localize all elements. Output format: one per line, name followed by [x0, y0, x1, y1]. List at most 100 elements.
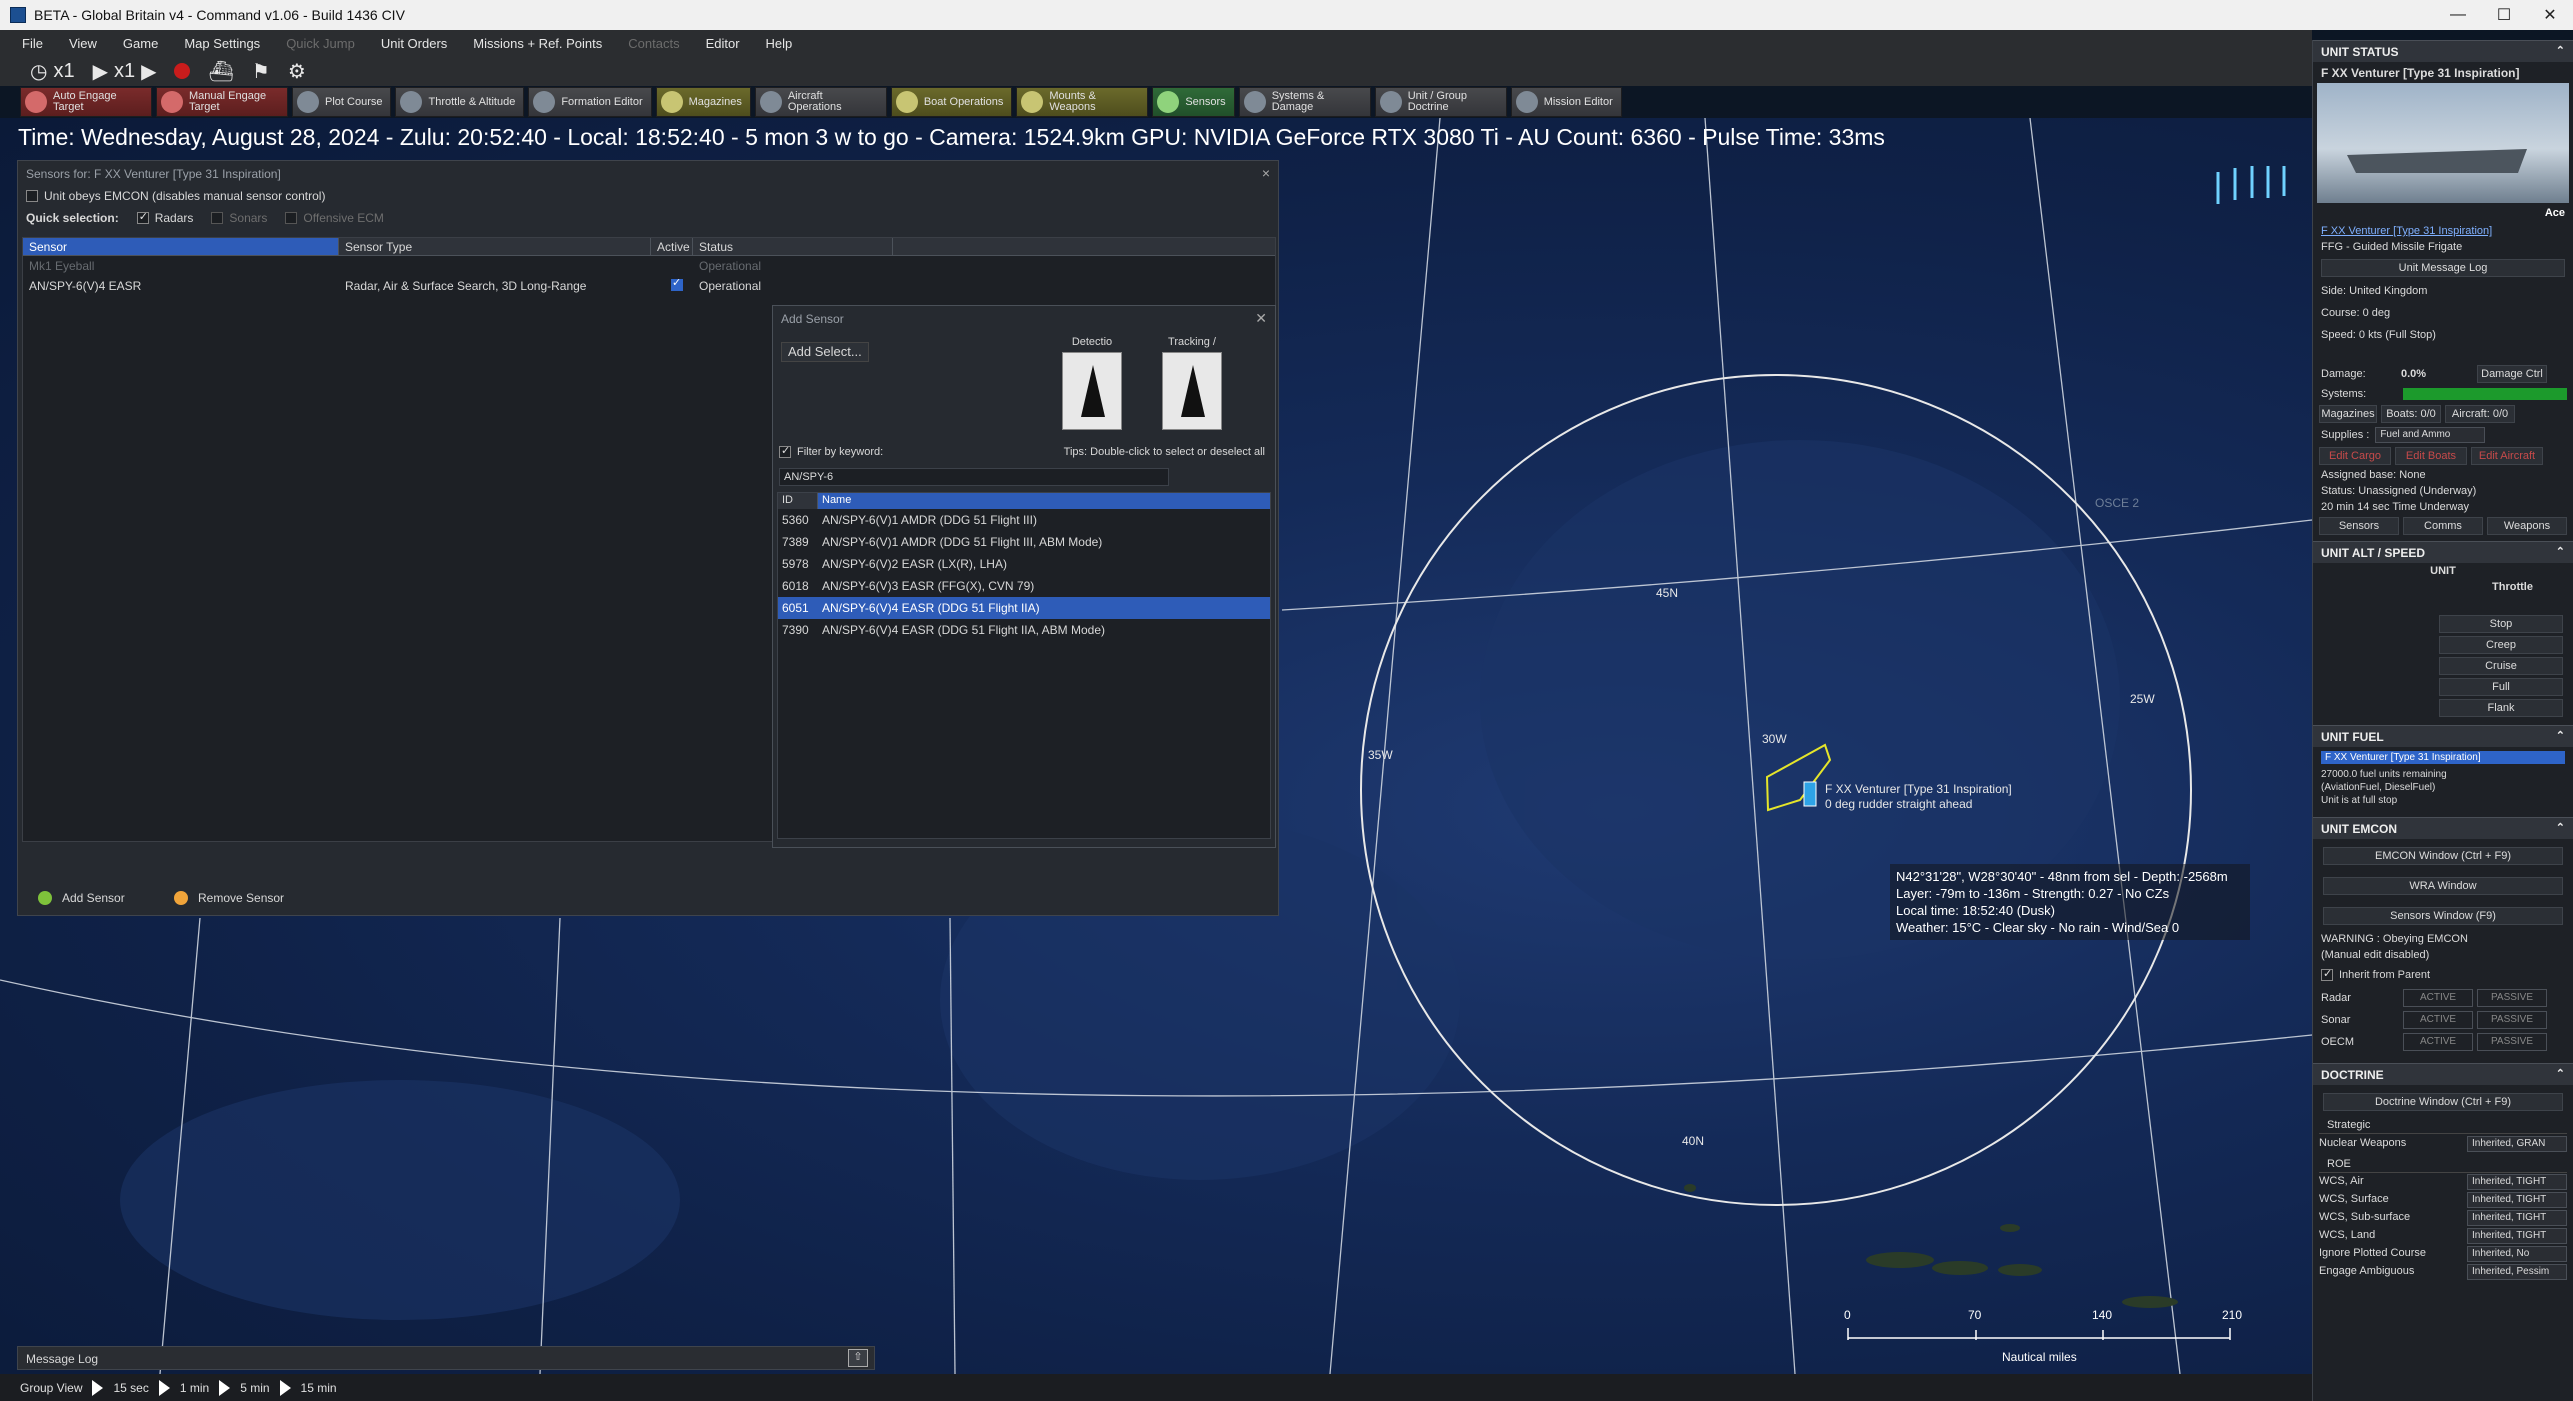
- roe-dropdown[interactable]: Inherited, TIGHT: [2467, 1174, 2567, 1190]
- table-row[interactable]: AN/SPY-6(V)4 EASR Radar, Air & Surface S…: [23, 276, 1275, 296]
- throttle-flank[interactable]: Flank: [2439, 699, 2563, 717]
- keyword-input[interactable]: AN/SPY-6: [779, 468, 1169, 486]
- list-item[interactable]: 6018 AN/SPY-6(V)3 EASR (FFG(X), CVN 79): [778, 575, 1270, 597]
- ship-view-button[interactable]: ⛴: [208, 59, 233, 84]
- col-sensor-type[interactable]: Sensor Type: [339, 238, 651, 255]
- menu-unit-orders[interactable]: Unit Orders: [381, 36, 447, 51]
- toolbar-button[interactable]: Systems & Damage: [1238, 87, 1371, 117]
- quick-radars[interactable]: Radars: [136, 210, 193, 225]
- step-1min-icon[interactable]: [158, 1379, 170, 1396]
- col-sensor[interactable]: Sensor: [23, 238, 339, 255]
- add-sensor-button[interactable]: Add Sensor: [38, 891, 125, 905]
- boats-button[interactable]: Boats: 0/0: [2381, 405, 2441, 423]
- roe-dropdown[interactable]: Inherited, TIGHT: [2467, 1192, 2567, 1208]
- edit-boats-button[interactable]: Edit Boats: [2395, 447, 2467, 465]
- throttle-cruise[interactable]: Cruise: [2439, 657, 2563, 675]
- toolbar-button[interactable]: Magazines: [655, 87, 751, 117]
- magazines-button[interactable]: Magazines: [2319, 405, 2377, 423]
- unit-message-log-button[interactable]: Unit Message Log: [2321, 259, 2565, 277]
- filter-checkbox-row[interactable]: Filter by keyword:: [779, 444, 883, 458]
- fuel-header[interactable]: UNIT FUEL ⌃: [2313, 725, 2573, 747]
- record-button[interactable]: [174, 63, 191, 79]
- add-sensor-titlebar[interactable]: Add Sensor ✕: [773, 306, 1275, 330]
- close-button[interactable]: ✕: [2527, 5, 2573, 25]
- menu-file[interactable]: File: [22, 36, 43, 51]
- col-name[interactable]: Name: [818, 493, 1270, 509]
- step-15min-icon[interactable]: [279, 1379, 291, 1396]
- menu-game[interactable]: Game: [123, 36, 158, 51]
- list-item[interactable]: 5978 AN/SPY-6(V)2 EASR (LX(R), LHA): [778, 553, 1270, 575]
- unit-status-header[interactable]: UNIT STATUS ⌃: [2313, 40, 2573, 62]
- toolbar-button[interactable]: Unit / Group Doctrine: [1374, 87, 1507, 117]
- menu-map-settings[interactable]: Map Settings: [184, 36, 260, 51]
- fuel-unit-row[interactable]: F XX Venturer [Type 31 Inspiration]: [2321, 751, 2565, 764]
- list-item[interactable]: 6051 AN/SPY-6(V)4 EASR (DDG 51 Flight IIA…: [778, 597, 1270, 619]
- minimize-button[interactable]: —: [2435, 6, 2481, 24]
- throttle-stop[interactable]: Stop: [2439, 615, 2563, 633]
- unit-link[interactable]: F XX Venturer [Type 31 Inspiration]: [2313, 223, 2573, 239]
- collapse-icon[interactable]: ⌃: [2556, 545, 2565, 558]
- toolbar-button[interactable]: Auto Engage Target: [20, 87, 152, 117]
- edit-aircraft-button[interactable]: Edit Aircraft: [2471, 447, 2543, 465]
- emcon-checkbox[interactable]: [26, 190, 38, 202]
- col-active[interactable]: Active: [651, 238, 693, 255]
- filter-checkbox[interactable]: [779, 444, 791, 458]
- toolbar-button[interactable]: Throttle & Altitude: [395, 87, 525, 117]
- active-checkbox[interactable]: [671, 276, 683, 291]
- roe-dropdown[interactable]: Inherited, TIGHT: [2467, 1210, 2567, 1226]
- menu-editor[interactable]: Editor: [706, 36, 740, 51]
- roe-dropdown[interactable]: Inherited, TIGHT: [2467, 1228, 2567, 1244]
- inherit-checkbox[interactable]: [2321, 967, 2333, 981]
- col-status[interactable]: Status: [693, 238, 893, 255]
- menu-help[interactable]: Help: [766, 36, 793, 51]
- collapse-icon[interactable]: ⌃: [2556, 729, 2565, 742]
- menu-missions[interactable]: Missions + Ref. Points: [473, 36, 602, 51]
- doctrine-window-button[interactable]: Doctrine Window (Ctrl + F9): [2323, 1093, 2563, 1111]
- roe-dropdown[interactable]: Inherited, No: [2467, 1246, 2567, 1262]
- radars-checkbox[interactable]: [136, 210, 149, 224]
- tab-comms[interactable]: Comms: [2403, 517, 2483, 535]
- toolbar-button[interactable]: Manual Engage Target: [156, 87, 288, 117]
- emcon-checkbox-row[interactable]: Unit obeys EMCON (disables manual sensor…: [18, 185, 1278, 207]
- list-item[interactable]: 7390 AN/SPY-6(V)4 EASR (DDG 51 Flight IIA…: [778, 619, 1270, 641]
- throttle-full[interactable]: Full: [2439, 678, 2563, 696]
- toolbar-button[interactable]: Boat Operations: [890, 87, 1013, 117]
- toolbar-button[interactable]: Formation Editor: [528, 87, 652, 117]
- toolbar-button[interactable]: Plot Course: [292, 87, 392, 117]
- toolbar-button[interactable]: Mounts & Weapons: [1016, 87, 1149, 117]
- step-5min-icon[interactable]: [219, 1379, 231, 1396]
- edit-cargo-button[interactable]: Edit Cargo: [2319, 447, 2391, 465]
- add-select-button[interactable]: Add Select...: [781, 342, 869, 362]
- unit-map-label[interactable]: F XX Venturer [Type 31 Inspiration] 0 de…: [1825, 782, 2012, 812]
- sensors-window-button[interactable]: Sensors Window (F9): [2323, 907, 2563, 925]
- toolbar-button[interactable]: Mission Editor: [1510, 87, 1622, 117]
- nuclear-dropdown[interactable]: Inherited, GRAN: [2467, 1136, 2567, 1152]
- settings-button[interactable]: ⚙: [288, 59, 306, 84]
- emcon-window-button[interactable]: EMCON Window (Ctrl + F9): [2323, 847, 2563, 865]
- add-sensor-close-icon[interactable]: ✕: [1255, 310, 1267, 327]
- step-1min[interactable]: 1 min: [180, 1381, 209, 1395]
- collapse-icon[interactable]: ⌃: [2556, 821, 2565, 834]
- expand-up-icon[interactable]: ⇧: [848, 1349, 868, 1367]
- inherit-row[interactable]: Inherit from Parent: [2313, 963, 2573, 987]
- toolbar-button[interactable]: Sensors: [1152, 87, 1235, 117]
- aircraft-button[interactable]: Aircraft: 0/0: [2445, 405, 2515, 423]
- damage-ctrl-button[interactable]: Damage Ctrl: [2477, 365, 2547, 383]
- table-row[interactable]: Mk1 Eyeball Operational: [23, 256, 1275, 276]
- wra-window-button[interactable]: WRA Window: [2323, 877, 2563, 895]
- message-log-bar[interactable]: Message Log ⇧: [17, 1346, 875, 1370]
- collapse-icon[interactable]: ⌃: [2556, 1067, 2565, 1080]
- list-item[interactable]: 7389 AN/SPY-6(V)1 AMDR (DDG 51 Flight III…: [778, 531, 1270, 553]
- emcon-header[interactable]: UNIT EMCON ⌃: [2313, 817, 2573, 839]
- remove-sensor-button[interactable]: Remove Sensor: [174, 891, 284, 905]
- alt-speed-header[interactable]: UNIT ALT / SPEED ⌃: [2313, 541, 2573, 563]
- list-item[interactable]: 5360 AN/SPY-6(V)1 AMDR (DDG 51 Flight III…: [778, 509, 1270, 531]
- throttle-creep[interactable]: Creep: [2439, 636, 2563, 654]
- step-15sec-icon[interactable]: [92, 1379, 104, 1396]
- collapse-icon[interactable]: ⌃: [2556, 44, 2565, 57]
- tab-weapons[interactable]: Weapons: [2487, 517, 2567, 535]
- sensors-window-titlebar[interactable]: Sensors for: F XX Venturer [Type 31 Insp…: [18, 161, 1278, 185]
- menu-view[interactable]: View: [69, 36, 97, 51]
- flag-button[interactable]: ⚑: [252, 59, 270, 84]
- step-15min[interactable]: 15 min: [301, 1381, 337, 1395]
